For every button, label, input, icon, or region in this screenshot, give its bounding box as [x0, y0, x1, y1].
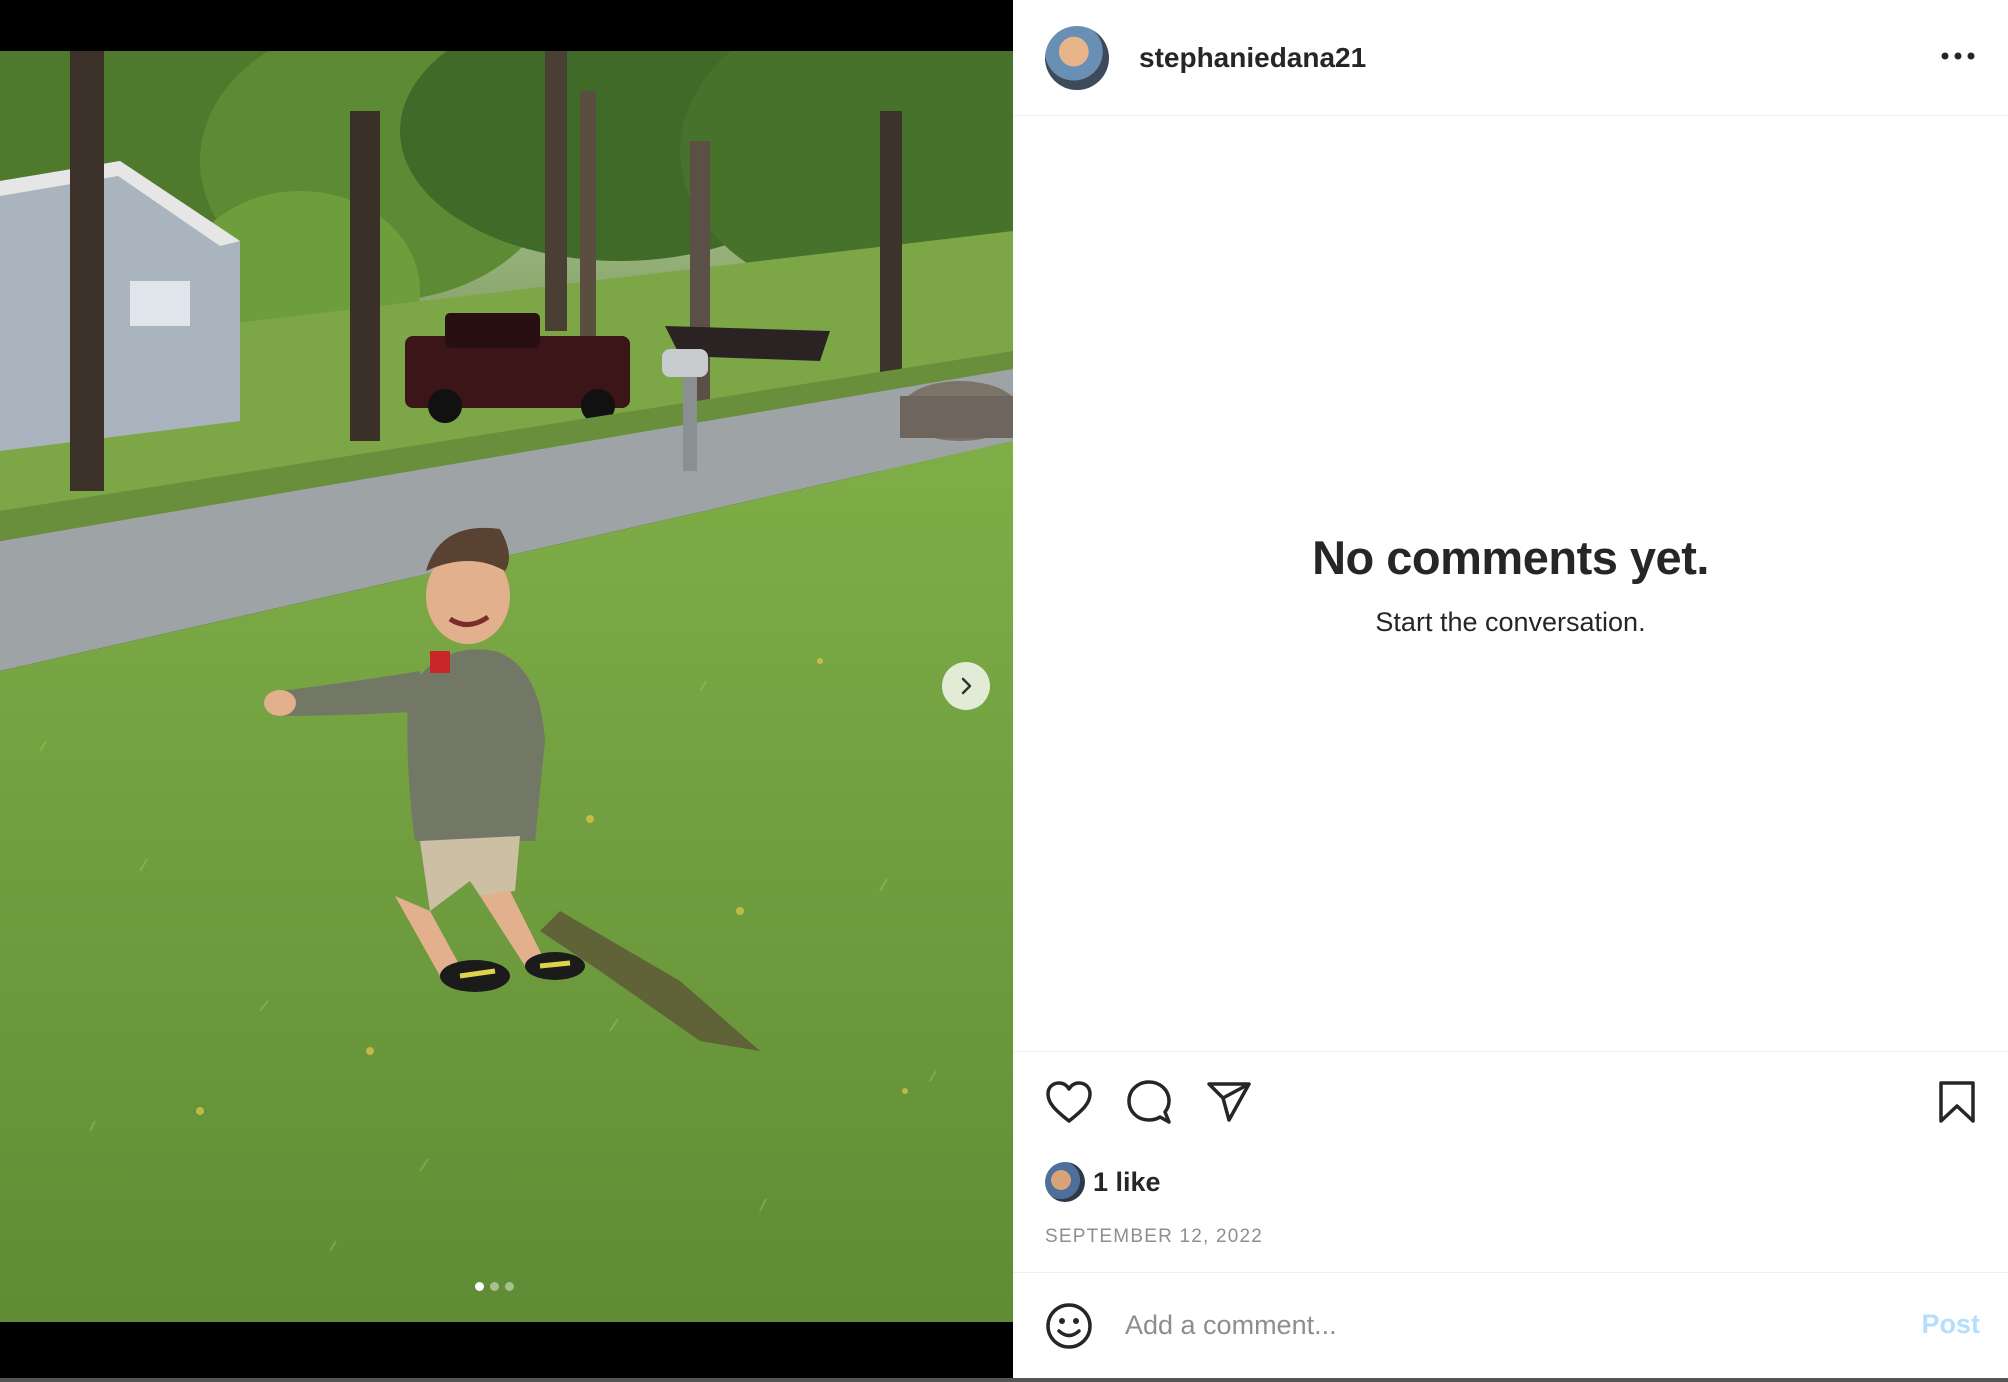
emoji-button[interactable] — [1043, 1300, 1095, 1352]
post-header: stephaniedana21 — [1013, 0, 2008, 116]
username-link[interactable]: stephaniedana21 — [1139, 42, 1366, 74]
chevron-right-icon — [961, 677, 972, 695]
bookmark-icon — [1939, 1081, 1975, 1123]
post-date: SEPTEMBER 12, 2022 — [1045, 1226, 1264, 1247]
liker-avatar[interactable] — [1045, 1162, 1085, 1202]
carousel-dot — [475, 1282, 484, 1291]
carousel-dot — [490, 1282, 499, 1291]
paper-plane-icon — [1207, 1082, 1251, 1122]
share-button[interactable] — [1203, 1076, 1255, 1128]
post-photo[interactable] — [0, 51, 1013, 1322]
empty-comments-subtitle: Start the conversation. — [1375, 606, 1646, 637]
post-comment-button[interactable]: Post — [1921, 1309, 1980, 1340]
comment-button[interactable] — [1123, 1076, 1175, 1128]
more-options-button[interactable] — [1938, 40, 1978, 72]
next-media-button[interactable] — [942, 662, 990, 710]
emoji-icon — [1046, 1302, 1092, 1349]
action-bar — [1013, 1052, 2008, 1152]
carousel-dot — [505, 1282, 514, 1291]
comment-input[interactable] — [1123, 1309, 1867, 1342]
avatar[interactable] — [1045, 25, 1109, 90]
empty-comments-title: No comments yet. — [1312, 530, 1709, 584]
post-details-panel: stephaniedana21 No comments yet. Start t… — [1013, 0, 2008, 1378]
save-button[interactable] — [1931, 1076, 1983, 1128]
heart-icon — [1046, 1081, 1092, 1123]
more-horizontal-icon — [1941, 52, 1975, 60]
post-media — [0, 0, 1013, 1382]
comment-bubble-icon — [1127, 1080, 1171, 1124]
like-button[interactable] — [1043, 1076, 1095, 1128]
carousel-indicator — [475, 1282, 514, 1291]
add-comment-bar: Post — [1013, 1272, 2008, 1378]
window-bottom-edge — [0, 1378, 2008, 1382]
likes-count[interactable]: 1 like — [1093, 1167, 1161, 1198]
likes-row: 1 like — [1013, 1152, 2008, 1212]
comments-section: No comments yet. Start the conversation. — [1013, 116, 2008, 1052]
